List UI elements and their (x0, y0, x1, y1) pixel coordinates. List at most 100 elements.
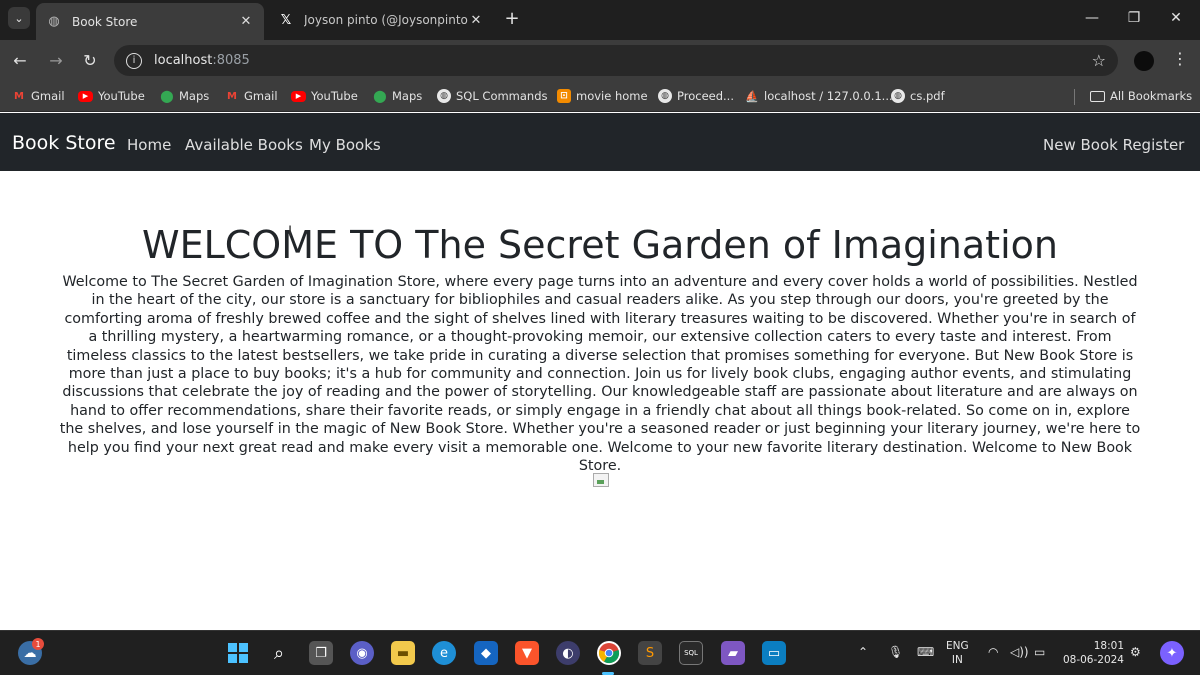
chevron-up-icon[interactable]: ⌃ (858, 645, 868, 659)
navbar-brand[interactable]: Book Store (12, 132, 116, 154)
language-indicator[interactable]: ENG IN (946, 639, 969, 667)
eclipse-icon[interactable]: ◐ (556, 641, 580, 665)
language-code: ENG (946, 640, 969, 652)
restore-icon[interactable]: ❐ (1122, 8, 1146, 28)
bookmark-youtube[interactable]: ▶ YouTube (291, 87, 358, 105)
address-bar[interactable]: i localhost:8085 ☆ (114, 45, 1118, 76)
bookmark-proceed[interactable]: ◍ Proceed... (658, 87, 734, 105)
url-host: localhost (154, 53, 213, 68)
bookmark-label: Gmail (244, 89, 278, 103)
windows-taskbar: ☁ 1 ⌕ ❐ ◉ ▬ e ◆ ▼ ◐ S SQL ▰ ▭ ⌃ 🎙 ⌨ ENG … (0, 630, 1200, 675)
menu-kebab-icon[interactable]: ⋮ (1172, 49, 1188, 68)
globe-icon: ◍ (658, 89, 672, 103)
nav-link-my-books[interactable]: My Books (309, 136, 381, 154)
bookmark-maps[interactable]: ⬤ Maps (160, 87, 209, 105)
chevron-down-icon: ⌄ (14, 11, 24, 25)
search-icon[interactable]: ⌕ (267, 641, 291, 665)
bookmark-label: All Bookmarks (1110, 89, 1193, 103)
folder-icon (1090, 90, 1105, 102)
tab-book-store[interactable]: ◍ Book Store ✕ (36, 3, 264, 40)
bookmark-cs-pdf[interactable]: ◍ cs.pdf (891, 87, 945, 105)
bookmark-label: Maps (392, 89, 423, 103)
keyboard-icon[interactable]: ⌨ (917, 645, 934, 659)
store-icon[interactable]: ◆ (474, 641, 498, 665)
gmail-icon: M (227, 90, 237, 102)
tab-twitter-profile[interactable]: 𝕏 Joyson pinto (@Joysonpinto77) ✕ (268, 4, 494, 36)
bookmarks-divider (1074, 89, 1075, 105)
tab-title: Joyson pinto (@Joysonpinto77) (304, 13, 468, 27)
nav-link-available-books[interactable]: Available Books (185, 136, 303, 154)
clipchamp-icon[interactable]: ▰ (721, 641, 745, 665)
notifications-icon[interactable]: ⚙ (1130, 645, 1141, 659)
profile-avatar[interactable] (1134, 51, 1154, 71)
nav-link-new-book-register[interactable]: New Book Register (1043, 136, 1184, 154)
microphone-icon[interactable]: 🎙 (888, 645, 903, 659)
chrome-icon[interactable] (597, 641, 621, 665)
close-icon[interactable]: ✕ (238, 14, 254, 29)
broken-image-icon (593, 473, 609, 487)
wifi-icon[interactable]: ◠ (988, 645, 998, 659)
maps-icon: ⬤ (373, 89, 387, 103)
volume-icon[interactable]: ◁)) (1010, 645, 1029, 659)
close-icon[interactable]: ✕ (468, 13, 484, 28)
bookmark-maps[interactable]: ⬤ Maps (373, 87, 422, 105)
forward-icon[interactable]: → (44, 49, 68, 71)
bookmark-gmail[interactable]: M Gmail (225, 87, 278, 105)
teams-icon[interactable]: ◉ (350, 641, 374, 665)
clock-date: 08-06-2024 (1062, 654, 1124, 666)
bookmark-phpmyadmin[interactable]: ⛵ localhost / 127.0.0.1... (745, 87, 893, 105)
bookmark-label: SQL Commands (456, 89, 548, 103)
new-tab-button[interactable]: + (502, 8, 522, 29)
all-bookmarks-button[interactable]: All Bookmarks (1090, 87, 1192, 105)
tab-search-button[interactable]: ⌄ (8, 7, 30, 29)
youtube-icon: ▶ (291, 90, 306, 102)
reload-icon[interactable]: ↻ (78, 49, 102, 71)
copilot-icon[interactable]: ✦ (1160, 641, 1184, 665)
bookmark-label: YouTube (311, 89, 358, 103)
bookmark-label: Proceed... (677, 89, 734, 103)
bookmark-label: cs.pdf (910, 89, 945, 103)
globe-icon: ◍ (891, 89, 905, 103)
maps-icon: ⬤ (160, 89, 174, 103)
sublime-text-icon[interactable]: S (638, 641, 662, 665)
bookmark-youtube[interactable]: ▶ YouTube (78, 87, 145, 105)
task-view-icon[interactable]: ❐ (309, 641, 333, 665)
bookmark-label: Maps (179, 89, 210, 103)
clock[interactable]: 18:01 08-06-2024 (1060, 639, 1124, 667)
site-navbar: Book Store Home Available Books My Books… (0, 113, 1200, 171)
bookmark-movie-home[interactable]: ⊡ movie home (557, 87, 648, 105)
region-code: IN (951, 654, 963, 666)
file-explorer-icon[interactable]: ▬ (391, 641, 415, 665)
minimize-icon[interactable]: — (1080, 8, 1104, 28)
site-info-icon[interactable]: i (126, 52, 142, 69)
bookmark-star-icon[interactable]: ☆ (1092, 51, 1106, 70)
browser-toolbar: ← → ↻ i localhost:8085 ☆ ⋮ (0, 40, 1200, 80)
browser-tab-strip: ⌄ ◍ Book Store ✕ 𝕏 Joyson pinto (@Joyson… (0, 0, 1200, 40)
mysql-workbench-icon[interactable]: SQL (679, 641, 703, 665)
windows-start-icon[interactable] (226, 641, 250, 665)
edge-icon[interactable]: e (432, 641, 456, 665)
gmail-icon: M (14, 90, 24, 102)
bookmark-label: localhost / 127.0.0.1... (764, 89, 893, 103)
youtube-icon: ▶ (78, 90, 93, 102)
close-window-icon[interactable]: ✕ (1164, 8, 1188, 28)
main-content: WELCOME TO The Secret Garden of Imaginat… (0, 171, 1200, 630)
remote-desktop-icon[interactable]: ▭ (762, 641, 786, 665)
nav-link-home[interactable]: Home (127, 136, 171, 154)
globe-icon: ◍ (437, 89, 451, 103)
text-cursor-icon: I (288, 224, 293, 240)
intro-paragraph: Welcome to The Secret Garden of Imaginat… (59, 274, 1141, 475)
bookmark-gmail[interactable]: M Gmail (12, 87, 65, 105)
bookmark-label: movie home (576, 89, 648, 103)
battery-icon[interactable]: ▭ (1034, 645, 1045, 659)
phpmyadmin-icon: ⛵ (745, 89, 759, 103)
bookmark-label: Gmail (31, 89, 65, 103)
bookmark-sql-commands[interactable]: ◍ SQL Commands (437, 87, 548, 105)
notification-badge: 1 (32, 638, 44, 650)
back-icon[interactable]: ← (8, 49, 32, 71)
brave-icon[interactable]: ▼ (515, 641, 539, 665)
x-logo-icon: 𝕏 (280, 12, 292, 28)
clock-time: 18:01 (1093, 640, 1124, 652)
movie-icon: ⊡ (557, 89, 571, 103)
page-title: WELCOME TO The Secret Garden of Imaginat… (142, 223, 1058, 267)
